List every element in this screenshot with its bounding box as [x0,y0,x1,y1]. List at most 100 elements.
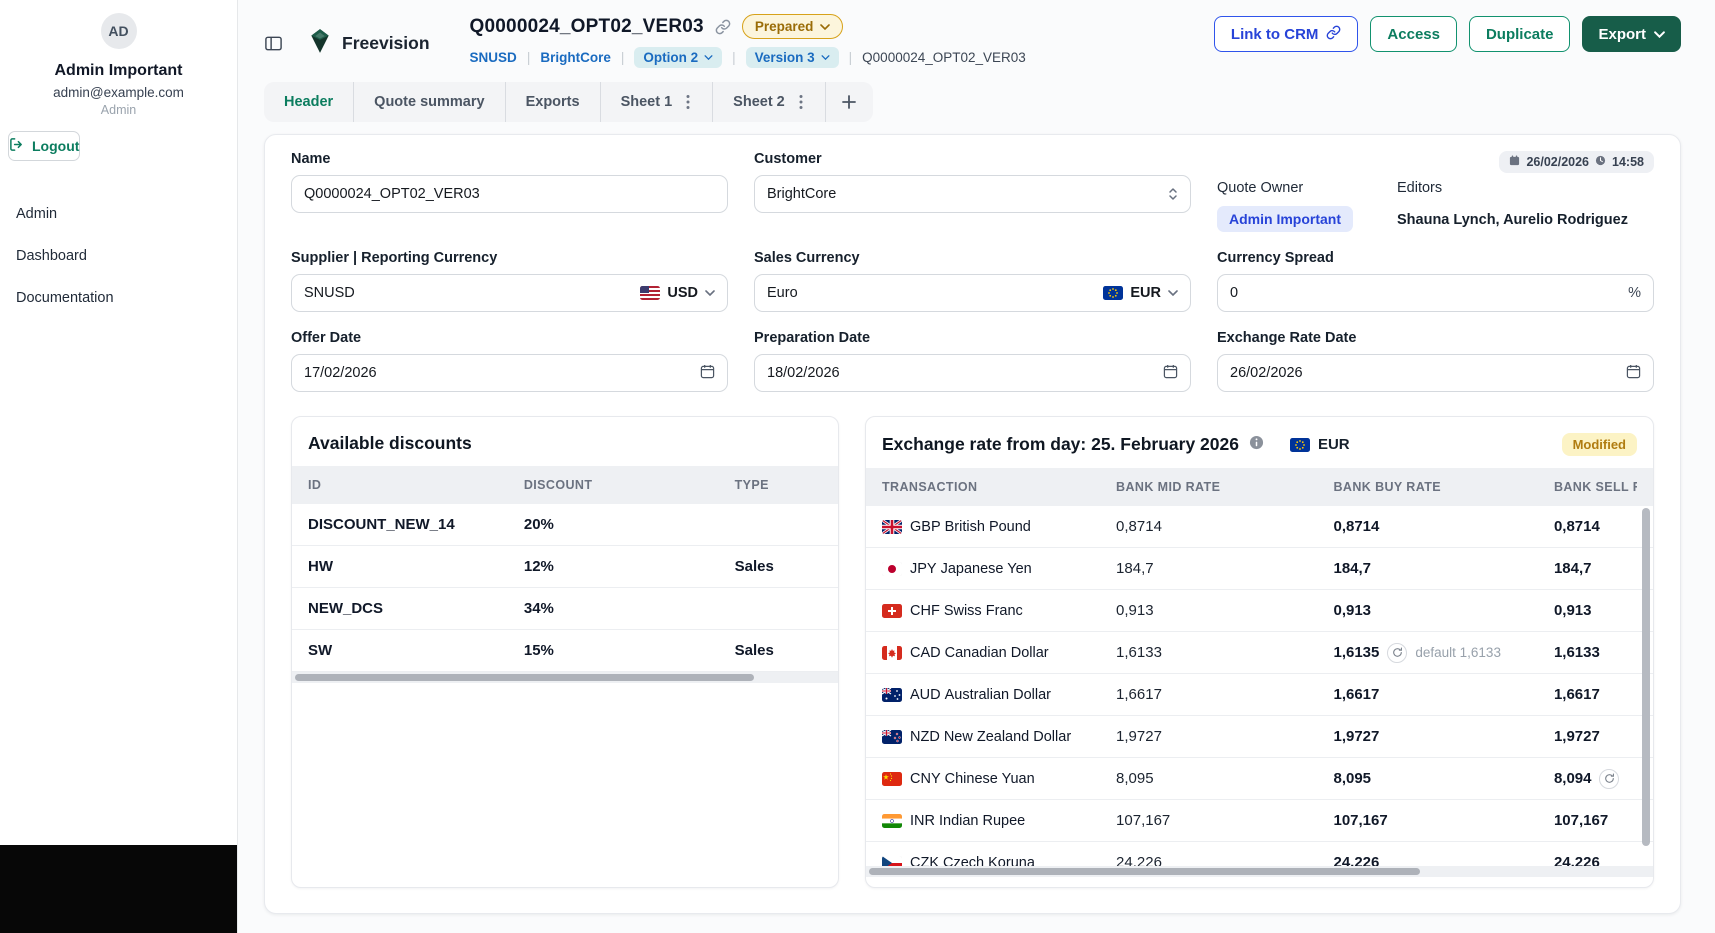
discount-id: DISCOUNT_NEW_14 [308,516,524,533]
discounts-title: Available discounts [292,417,838,466]
breadcrumb-customer[interactable]: BrightCore [540,50,611,65]
exchange-rate-title: Exchange rate from day: 25. February 202… [882,434,1239,455]
ch-flag-icon [882,604,902,618]
duplicate-button[interactable]: Duplicate [1469,16,1571,52]
offer-date-input[interactable]: 17/02/2026 [291,354,728,392]
scrollbar-thumb[interactable] [1642,508,1650,846]
exchange-rate-date-input[interactable]: 26/02/2026 [1217,354,1654,392]
bank-sell-rate: 8,094 [1554,769,1637,789]
refresh-rate-button[interactable] [1599,769,1619,789]
tab-label: Exports [526,94,580,110]
exchange-rate-date-value: 26/02/2026 [1230,365,1303,381]
breadcrumb-supplier[interactable]: SNUSD [470,50,517,65]
export-button[interactable]: Export [1582,16,1681,52]
currency-code: CNY [910,771,941,787]
sell-value: 0,913 [1554,602,1592,619]
sidebar-item-admin[interactable]: Admin [0,193,237,235]
currency-code: GBP [910,519,941,535]
currency-code: INR [910,813,935,829]
exchange-horizontal-scrollbar [866,866,1653,877]
supplier-currency-code: USD [667,285,698,301]
exchange-col-mid: BANK MID RATE [1116,480,1333,494]
buy-value: 1,6617 [1333,686,1379,703]
discount-id: SW [308,642,524,659]
sales-currency-select[interactable]: Euro EUR [754,274,1191,312]
sell-value: 1,9727 [1554,728,1600,745]
supplier-currency-select[interactable]: SNUSD USD [291,274,728,312]
currency-name: Australian Dollar [945,687,1051,703]
customer-select[interactable]: BrightCore [754,175,1191,213]
brand: Freevision [307,28,430,59]
eu-flag-icon [1290,438,1310,452]
breadcrumb-option-dropdown[interactable]: Option 2 [634,47,722,68]
currency-spread-input[interactable] [1230,285,1620,301]
currency-code: NZD [910,729,940,745]
buy-value: 1,6135 [1333,644,1379,661]
bank-buy-rate: 184,7 [1333,560,1553,577]
link-to-crm-button[interactable]: Link to CRM [1214,16,1359,52]
discount-type: Sales [735,558,822,575]
transaction-cell: JPYJapanese Yen [882,561,1116,577]
chevron-down-icon [705,290,715,296]
bank-mid-rate: 107,167 [1116,812,1333,829]
kebab-menu-icon[interactable] [797,92,805,112]
refresh-rate-button[interactable] [1387,643,1407,663]
sidebar-item-dashboard[interactable]: Dashboard [0,235,237,277]
transaction-cell: INRIndian Rupee [882,813,1116,829]
kebab-menu-icon[interactable] [684,92,692,112]
status-badge[interactable]: Prepared [742,14,844,39]
sell-value: 184,7 [1554,560,1592,577]
chevron-down-icon [821,55,830,60]
scrollbar-thumb[interactable] [295,674,754,681]
breadcrumb-current: Q0000024_OPT02_VER03 [862,50,1026,65]
tab-label: Sheet 1 [621,94,673,110]
exchange-col-sell: BANK SELL RATE [1554,480,1637,494]
copy-link-icon[interactable] [715,19,731,35]
scrollbar-thumb[interactable] [869,868,1420,875]
tab-label: Header [284,94,333,110]
name-input[interactable] [304,186,715,202]
bank-buy-rate: 107,167 [1333,812,1553,829]
transaction-cell: CADCanadian Dollar [882,645,1116,661]
sell-value: 1,6617 [1554,686,1600,703]
link-icon [1326,25,1341,44]
name-field-group: Name [291,151,728,232]
quote-header-card: Name Customer BrightCore 26/02/2026 [264,134,1681,914]
breadcrumb-version-dropdown[interactable]: Version 3 [746,47,839,68]
in-flag-icon [882,814,902,828]
add-sheet-button[interactable] [825,82,873,122]
tab-exports[interactable]: Exports [505,82,600,122]
sidebar-bottom-panel [0,845,237,933]
transaction-cell: CZKCzech Koruna [882,855,1116,867]
sidebar-item-documentation[interactable]: Documentation [0,277,237,319]
supplier-currency-value: SNUSD [304,285,355,301]
discount-id: NEW_DCS [308,600,524,617]
user-role: Admin [0,103,237,117]
bank-mid-rate: 1,6617 [1116,686,1333,703]
preparation-date-input[interactable]: 18/02/2026 [754,354,1191,392]
tab-header[interactable]: Header [264,82,353,122]
discount-value: 34% [524,600,735,617]
logout-button[interactable]: Logout [8,131,80,161]
info-icon[interactable] [1249,435,1264,455]
access-button[interactable]: Access [1370,16,1457,52]
breadcrumb-version-label: Version 3 [755,50,815,65]
logout-icon [9,137,24,155]
tab-sheet-1[interactable]: Sheet 1 [600,82,713,122]
discount-row: NEW_DCS34% [292,588,838,630]
customer-field-group: Customer BrightCore [754,151,1191,232]
link-to-crm-label: Link to CRM [1231,26,1319,43]
tab-quote-summary[interactable]: Quote summary [353,82,504,122]
currency-name: Japanese Yen [941,561,1032,577]
breadcrumb-separator: | [849,50,853,65]
sidebar-toggle-icon[interactable] [264,34,283,53]
discount-row: SW15%Sales [292,630,838,672]
tab-sheet-2[interactable]: Sheet 2 [712,82,825,122]
sell-value: 107,167 [1554,812,1608,829]
breadcrumb-separator: | [621,50,625,65]
exchange-row: AUDAustralian Dollar1,66171,66171,6617 [866,674,1653,716]
chevron-down-icon [1654,31,1665,38]
avatar: AD [101,13,137,49]
cz-flag-icon [882,856,902,867]
jp-flag-icon [882,562,902,576]
